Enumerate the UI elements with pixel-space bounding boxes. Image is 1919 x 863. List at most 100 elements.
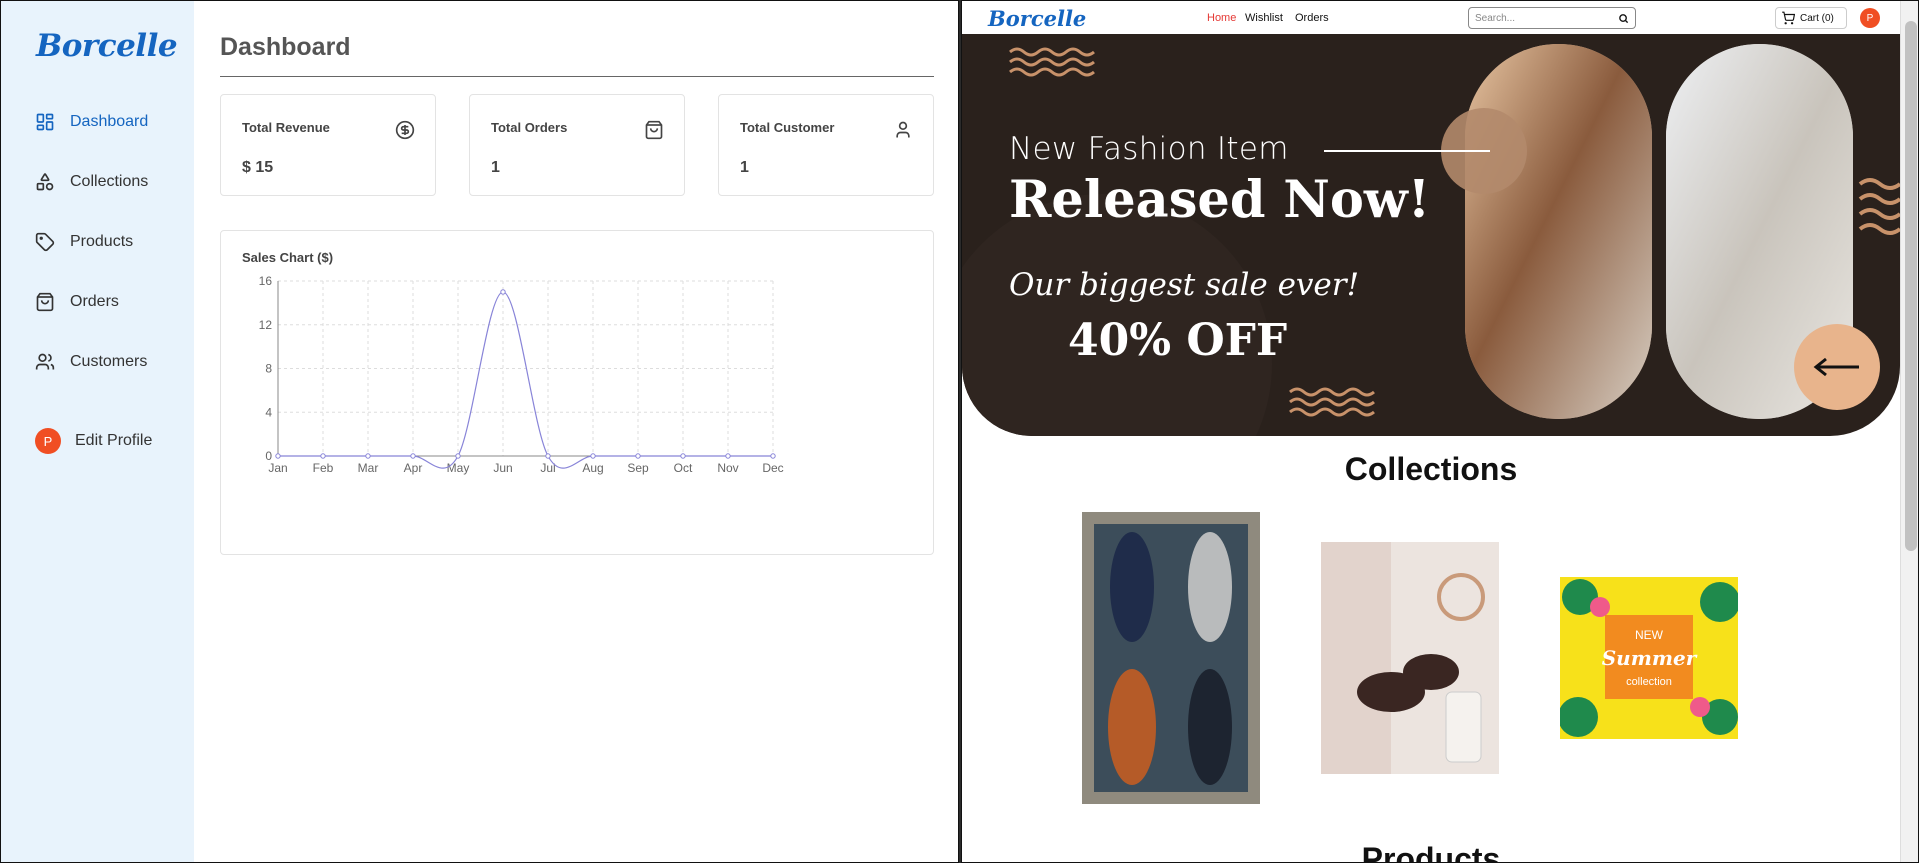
nav-link-wishlist[interactable]: Wishlist [1245, 12, 1283, 24]
admin-window: Borcelle Dashboard Collections Products … [0, 0, 959, 863]
stat-value: 1 [491, 159, 500, 176]
summer-collection-text: collection [1626, 676, 1672, 688]
x-tick-label: Mar [358, 461, 379, 475]
avatar[interactable]: P [1860, 8, 1880, 28]
dashboard-icon [36, 113, 54, 131]
data-point [725, 453, 731, 459]
tag-icon [35, 232, 55, 252]
sidebar-item-dashboard[interactable]: Dashboard [35, 112, 148, 132]
search-icon[interactable] [1618, 13, 1629, 24]
sidebar-item-customers[interactable]: Customers [35, 352, 147, 372]
collection-card-accessories[interactable] [1321, 542, 1499, 774]
y-tick-label: 4 [265, 405, 272, 419]
sidebar-item-orders[interactable]: Orders [35, 292, 119, 312]
sales-chart-card: Sales Chart ($) 0 4 8 12 16 Jan Feb Mar Apr May Ju… [220, 230, 934, 555]
stat-card-customers: Total Customer 1 [718, 94, 934, 196]
y-tick-label: 16 [259, 274, 273, 288]
data-point [545, 453, 551, 459]
admin-sidebar: Borcelle Dashboard Collections Products … [1, 1, 194, 862]
summer-new-text: NEW [1635, 628, 1664, 642]
sales-chart: 0481216Jan Feb Mar Apr May Jun Jul Aug Sep Oct Nov… [259, 274, 784, 475]
store-logo[interactable]: Borcelle [988, 6, 1086, 31]
y-tick-label: 12 [259, 318, 273, 332]
dollar-circle-icon [395, 120, 415, 140]
avatar[interactable]: P [35, 428, 61, 454]
stat-label: Total Orders [491, 120, 568, 135]
collection-card-shoes[interactable] [1082, 512, 1260, 804]
data-point [590, 453, 596, 459]
wave-decoration-icon [1009, 47, 1095, 77]
edit-profile-button[interactable]: P Edit Profile [35, 428, 152, 454]
edit-profile-label: Edit Profile [75, 432, 153, 449]
sidebar-item-label: Dashboard [70, 113, 149, 130]
cart-button[interactable]: Cart (0) [1775, 7, 1847, 29]
data-point [365, 453, 371, 459]
y-tick-label: 8 [265, 362, 272, 376]
x-tick-label: Feb [313, 461, 334, 475]
stat-label: Total Customer [740, 120, 835, 135]
hero-subtitle: New Fashion Item [1009, 131, 1289, 167]
store-header: Borcelle Home Wishlist Orders Cart (0) P [962, 1, 1900, 34]
sidebar-item-products[interactable]: Products [35, 232, 133, 252]
scrollbar-thumb[interactable] [1905, 21, 1917, 551]
perfume-bottle-shape [1445, 691, 1482, 763]
stat-card-orders: Total Orders 1 [469, 94, 685, 196]
x-tick-label: Jan [268, 461, 287, 475]
stat-value: $ 15 [242, 159, 274, 176]
hero-discount: 40% OFF [1068, 315, 1288, 366]
nav-link-orders[interactable]: Orders [1295, 12, 1329, 24]
x-tick-label: Jun [493, 461, 512, 475]
page-title: Dashboard [220, 33, 351, 61]
shopping-bag-icon [36, 292, 54, 312]
x-tick-label: Dec [762, 461, 783, 475]
search-box [1468, 7, 1636, 29]
x-tick-label: Sep [627, 461, 649, 475]
x-tick-label: May [447, 461, 470, 475]
wave-decoration-icon [1289, 387, 1375, 417]
data-point [635, 453, 641, 459]
sidebar-item-label: Products [70, 233, 134, 250]
data-point [455, 453, 461, 459]
sidebar-item-label: Customers [70, 353, 148, 370]
data-point [410, 453, 416, 459]
summer-script-text: Summer [1602, 646, 1698, 670]
store-window: Borcelle Home Wishlist Orders Cart (0) P [961, 0, 1919, 863]
nav-link-home[interactable]: Home [1207, 12, 1236, 24]
x-tick-label: Oct [674, 461, 693, 475]
data-point [500, 289, 506, 295]
collection-card-summer[interactable]: NEW Summer collection [1560, 577, 1738, 739]
data-point [770, 453, 776, 459]
sidebar-item-label: Orders [70, 293, 119, 310]
x-tick-label: Nov [717, 461, 738, 475]
shopping-bag-icon [645, 120, 663, 140]
shapes-icon [36, 173, 54, 191]
hero-artwork [962, 44, 1900, 436]
collections-heading: Collections [1344, 451, 1518, 487]
sidebar-item-label: Collections [70, 173, 149, 190]
user-icon [896, 121, 910, 138]
shoe-shape [1110, 532, 1154, 642]
sales-series-line [277, 291, 773, 469]
shoe-shape [1188, 532, 1232, 642]
hero-tagline: Our biggest sale ever! [1009, 267, 1360, 303]
x-tick-label: Apr [404, 461, 423, 475]
users-icon [35, 353, 55, 370]
cart-label: Cart (0) [1800, 12, 1834, 24]
shoe-shape [1188, 669, 1232, 785]
sidebar-item-collections[interactable]: Collections [35, 172, 148, 192]
sunglasses-shape [1403, 654, 1459, 690]
x-tick-label: Aug [582, 461, 603, 475]
stat-card-revenue: Total Revenue $ 15 [220, 94, 436, 196]
data-point [275, 453, 281, 459]
data-point [320, 453, 326, 459]
cart-icon [1782, 11, 1795, 25]
stat-label: Total Revenue [242, 120, 330, 135]
stat-value: 1 [740, 159, 749, 176]
shoe-shape [1108, 669, 1156, 785]
search-input[interactable] [1475, 11, 1615, 25]
wave-decoration-icon [1858, 178, 1900, 235]
hero-banner[interactable]: New Fashion Item Released Now! Our bigge… [962, 34, 1900, 436]
hero-title: Released Now! [1009, 170, 1431, 230]
admin-logo[interactable]: Borcelle [36, 28, 178, 64]
products-heading: Products [1361, 841, 1501, 863]
